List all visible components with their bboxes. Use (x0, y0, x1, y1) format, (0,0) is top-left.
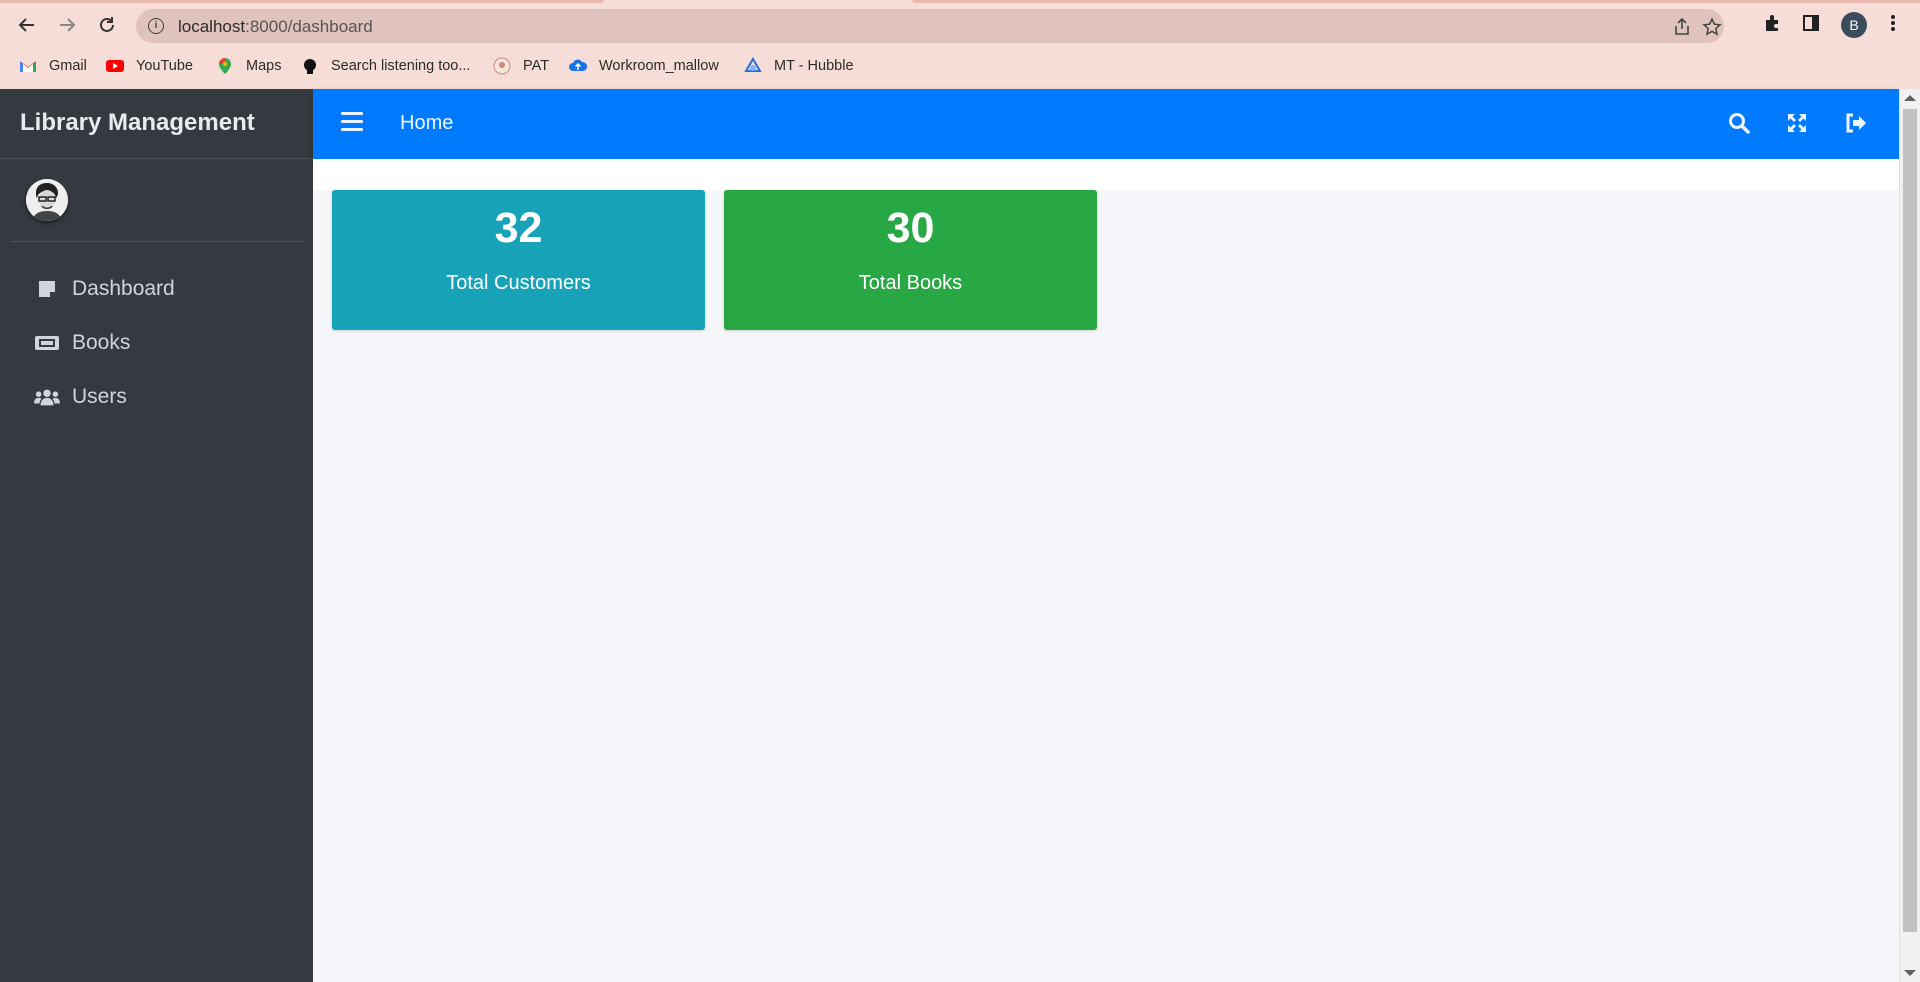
stat-box-books[interactable]: 30 Total Books (724, 190, 1097, 330)
forward-arrow-icon (60, 18, 76, 32)
sidebar: Library Management Dashboard Books Users (0, 89, 313, 982)
search-listening-icon (304, 59, 316, 74)
sidebar-item-users[interactable]: Users (0, 370, 313, 424)
bookmark-pat[interactable]: PAT (493, 55, 549, 77)
stat-value: 32 (494, 204, 543, 252)
site-info-icon[interactable]: i (148, 18, 164, 34)
stat-box-customers[interactable]: 32 Total Customers (332, 190, 705, 330)
address-bar[interactable]: i localhost:8000/dashboard (136, 9, 1724, 43)
user-avatar[interactable] (26, 179, 68, 221)
bookmark-label: PAT (523, 58, 550, 74)
hubble-icon (744, 57, 762, 72)
content-header (313, 159, 1899, 190)
kebab-menu-icon[interactable] (1881, 13, 1905, 37)
dashboard-icon (34, 278, 60, 300)
share-icon[interactable] (1672, 17, 1692, 37)
bookmark-gmail[interactable]: Gmail (19, 55, 87, 77)
search-icon[interactable] (1727, 111, 1753, 137)
brand-title[interactable]: Library Management (0, 89, 313, 159)
bookmark-star-icon[interactable] (1702, 17, 1722, 37)
browser-chrome: i localhost:8000/dashboard B Gmail YouTu… (0, 0, 1920, 89)
forward-button[interactable] (52, 10, 82, 40)
bookmark-label: YouTube (136, 58, 193, 74)
scroll-up-arrow-icon[interactable] (1904, 95, 1916, 101)
profile-avatar[interactable]: B (1841, 12, 1867, 38)
tab-strip-edge (0, 0, 1920, 3)
stat-label: Total Customers (446, 272, 591, 294)
bookmarks-bar: Gmail YouTube Maps Search listening too.… (0, 52, 1920, 80)
page-scrollbar[interactable] (1899, 89, 1920, 982)
bookmark-label: Maps (246, 58, 282, 74)
url-text[interactable]: localhost:8000/dashboard (178, 17, 373, 37)
bookmark-label: MT - Hubble (774, 58, 854, 74)
maps-icon (219, 58, 231, 74)
logout-icon[interactable] (1844, 111, 1870, 137)
back-button[interactable] (12, 10, 42, 40)
reload-button[interactable] (92, 10, 122, 40)
stat-value: 30 (886, 204, 935, 252)
sidebar-menu: Dashboard Books Users (0, 262, 313, 424)
pat-icon (493, 57, 511, 75)
bookmark-maps[interactable]: Maps (216, 55, 281, 77)
back-arrow-icon (18, 18, 34, 32)
url-host: localhost (178, 17, 246, 36)
users-icon (34, 386, 60, 408)
bookmark-workroom[interactable]: Workroom_mallow (569, 55, 719, 77)
sidebar-item-label: Users (72, 385, 127, 408)
bookmark-label: Workroom_mallow (599, 58, 719, 74)
sidebar-item-label: Books (72, 331, 131, 354)
books-icon (34, 332, 60, 354)
bookmark-search-listening[interactable]: Search listening too... (301, 55, 470, 77)
sidebar-item-books[interactable]: Books (0, 316, 313, 370)
scrollbar-thumb[interactable] (1903, 109, 1917, 932)
main-content: 32 Total Customers 30 Total Books (313, 159, 1899, 982)
workroom-icon (569, 59, 587, 71)
side-panel-icon[interactable] (1799, 13, 1823, 37)
scroll-down-arrow-icon[interactable] (1904, 970, 1916, 976)
top-navbar: Home (313, 89, 1899, 159)
url-path: :8000/dashboard (245, 17, 373, 36)
sidebar-item-label: Dashboard (72, 277, 175, 300)
youtube-icon (106, 60, 124, 72)
sidebar-item-dashboard[interactable]: Dashboard (0, 262, 313, 316)
bookmark-hubble[interactable]: MT - Hubble (744, 55, 854, 77)
stat-label: Total Books (858, 272, 963, 294)
extensions-icon[interactable] (1760, 13, 1784, 37)
bookmark-label: Search listening too... (331, 58, 471, 74)
user-photo-icon (26, 179, 68, 221)
hamburger-menu-icon[interactable] (341, 112, 363, 134)
user-panel (10, 159, 303, 242)
bookmark-label: Gmail (49, 58, 87, 74)
bookmark-youtube[interactable]: YouTube (106, 55, 193, 77)
fullscreen-icon[interactable] (1785, 111, 1811, 137)
reload-icon (100, 17, 114, 32)
gmail-icon (20, 61, 36, 72)
nav-home-link[interactable]: Home (400, 112, 453, 135)
